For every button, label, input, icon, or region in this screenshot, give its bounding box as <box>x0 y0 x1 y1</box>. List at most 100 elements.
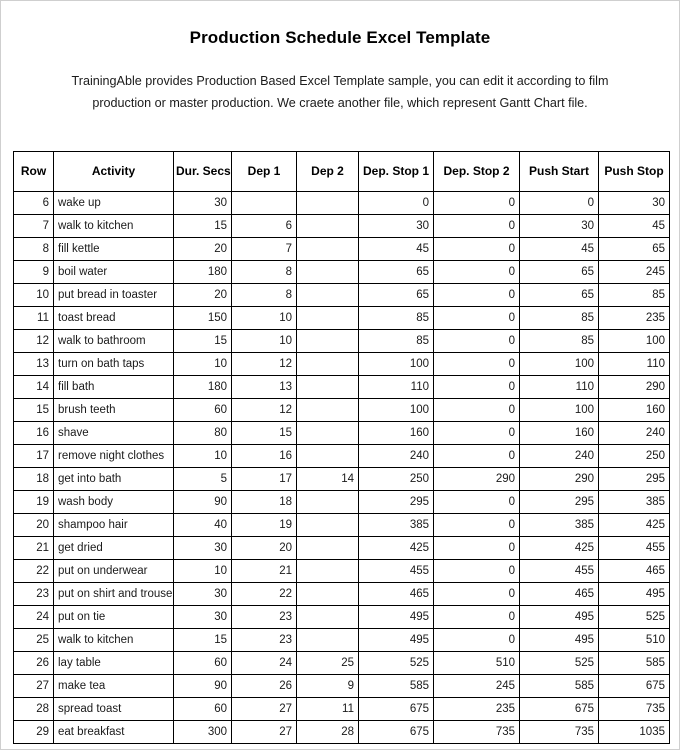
cell-row: 23 <box>13 582 54 606</box>
cell-activity: wash body <box>53 490 174 514</box>
cell-row: 6 <box>13 191 54 215</box>
cell-dep-1: 26 <box>231 674 297 698</box>
cell-row: 18 <box>13 467 54 491</box>
table-row: 14 fill bath 180 13 110 0 110 290 <box>13 375 670 399</box>
cell-dep-stop-1: 110 <box>358 375 434 399</box>
cell-dur-secs: 30 <box>173 536 232 560</box>
cell-dur-secs: 90 <box>173 490 232 514</box>
cell-dep-1: 12 <box>231 352 297 376</box>
cell-dur-secs: 60 <box>173 398 232 422</box>
cell-push-start: 675 <box>519 697 599 721</box>
column-header-activity: Activity <box>53 151 174 192</box>
table-row: 20 shampoo hair 40 19 385 0 385 425 <box>13 513 670 537</box>
cell-dep-stop-1: 495 <box>358 605 434 629</box>
cell-dur-secs: 30 <box>173 191 232 215</box>
table-row: 9 boil water 180 8 65 0 65 245 <box>13 260 670 284</box>
cell-dep-stop-1: 85 <box>358 329 434 353</box>
cell-dep-2 <box>296 283 359 307</box>
table-row: 16 shave 80 15 160 0 160 240 <box>13 421 670 445</box>
cell-dep-stop-1: 465 <box>358 582 434 606</box>
cell-row: 26 <box>13 651 54 675</box>
cell-dep-1: 23 <box>231 628 297 652</box>
cell-push-stop: 465 <box>598 559 670 583</box>
cell-row: 25 <box>13 628 54 652</box>
table-row: 10 put bread in toaster 20 8 65 0 65 85 <box>13 283 670 307</box>
cell-dep-stop-2: 0 <box>433 329 520 353</box>
cell-push-start: 295 <box>519 490 599 514</box>
cell-dur-secs: 15 <box>173 628 232 652</box>
cell-activity: put bread in toaster <box>53 283 174 307</box>
cell-dep-2: 9 <box>296 674 359 698</box>
cell-dep-stop-2: 510 <box>433 651 520 675</box>
cell-dep-stop-2: 0 <box>433 352 520 376</box>
cell-dep-1: 8 <box>231 283 297 307</box>
cell-dep-2 <box>296 421 359 445</box>
cell-activity: put on shirt and trousers <box>53 582 174 606</box>
cell-dur-secs: 10 <box>173 559 232 583</box>
cell-activity: put on underwear <box>53 559 174 583</box>
cell-dep-stop-2: 0 <box>433 444 520 468</box>
cell-dep-stop-1: 30 <box>358 214 434 238</box>
cell-dur-secs: 180 <box>173 375 232 399</box>
cell-push-start: 425 <box>519 536 599 560</box>
cell-activity: make tea <box>53 674 174 698</box>
cell-activity: get into bath <box>53 467 174 491</box>
cell-dep-stop-1: 525 <box>358 651 434 675</box>
cell-dur-secs: 5 <box>173 467 232 491</box>
cell-dep-1: 10 <box>231 306 297 330</box>
cell-push-stop: 110 <box>598 352 670 376</box>
cell-activity: brush teeth <box>53 398 174 422</box>
cell-push-stop: 65 <box>598 237 670 261</box>
cell-dep-2 <box>296 536 359 560</box>
cell-activity: walk to bathroom <box>53 329 174 353</box>
cell-dep-1: 27 <box>231 697 297 721</box>
cell-activity: shampoo hair <box>53 513 174 537</box>
table-row: 21 get dried 30 20 425 0 425 455 <box>13 536 670 560</box>
cell-dur-secs: 80 <box>173 421 232 445</box>
cell-dep-stop-1: 240 <box>358 444 434 468</box>
cell-activity: remove night clothes <box>53 444 174 468</box>
cell-dur-secs: 180 <box>173 260 232 284</box>
cell-dur-secs: 10 <box>173 444 232 468</box>
cell-push-start: 495 <box>519 628 599 652</box>
cell-dep-stop-2: 0 <box>433 513 520 537</box>
cell-dep-stop-1: 425 <box>358 536 434 560</box>
cell-row: 19 <box>13 490 54 514</box>
cell-dep-1: 22 <box>231 582 297 606</box>
column-header-dur-secs: Dur. Secs <box>173 151 232 192</box>
cell-dep-2 <box>296 605 359 629</box>
cell-dep-2 <box>296 375 359 399</box>
cell-dep-2: 28 <box>296 720 359 744</box>
cell-dep-stop-1: 585 <box>358 674 434 698</box>
cell-dep-stop-2: 0 <box>433 214 520 238</box>
cell-push-start: 495 <box>519 605 599 629</box>
cell-dep-1: 13 <box>231 375 297 399</box>
table-row: 6 wake up 30 0 0 0 30 <box>13 191 670 215</box>
cell-push-stop: 295 <box>598 467 670 491</box>
cell-dep-stop-2: 0 <box>433 237 520 261</box>
cell-dur-secs: 15 <box>173 329 232 353</box>
column-header-dep-2: Dep 2 <box>296 151 359 192</box>
table-row: 25 walk to kitchen 15 23 495 0 495 510 <box>13 628 670 652</box>
cell-dep-2 <box>296 306 359 330</box>
cell-dep-1: 23 <box>231 605 297 629</box>
cell-dep-stop-2: 0 <box>433 398 520 422</box>
cell-dur-secs: 60 <box>173 697 232 721</box>
table-row: 23 put on shirt and trousers 30 22 465 0 465 49… <box>13 582 670 606</box>
cell-activity: walk to kitchen <box>53 214 174 238</box>
cell-row: 15 <box>13 398 54 422</box>
cell-row: 28 <box>13 697 54 721</box>
cell-push-start: 45 <box>519 237 599 261</box>
cell-push-stop: 30 <box>598 191 670 215</box>
cell-dur-secs: 20 <box>173 237 232 261</box>
cell-push-start: 30 <box>519 214 599 238</box>
cell-dep-2 <box>296 444 359 468</box>
cell-dep-stop-1: 675 <box>358 720 434 744</box>
cell-row: 22 <box>13 559 54 583</box>
cell-push-stop: 585 <box>598 651 670 675</box>
cell-dep-stop-2: 0 <box>433 559 520 583</box>
cell-dep-stop-1: 0 <box>358 191 434 215</box>
cell-push-start: 525 <box>519 651 599 675</box>
table-row: 8 fill kettle 20 7 45 0 45 65 <box>13 237 670 261</box>
cell-row: 27 <box>13 674 54 698</box>
